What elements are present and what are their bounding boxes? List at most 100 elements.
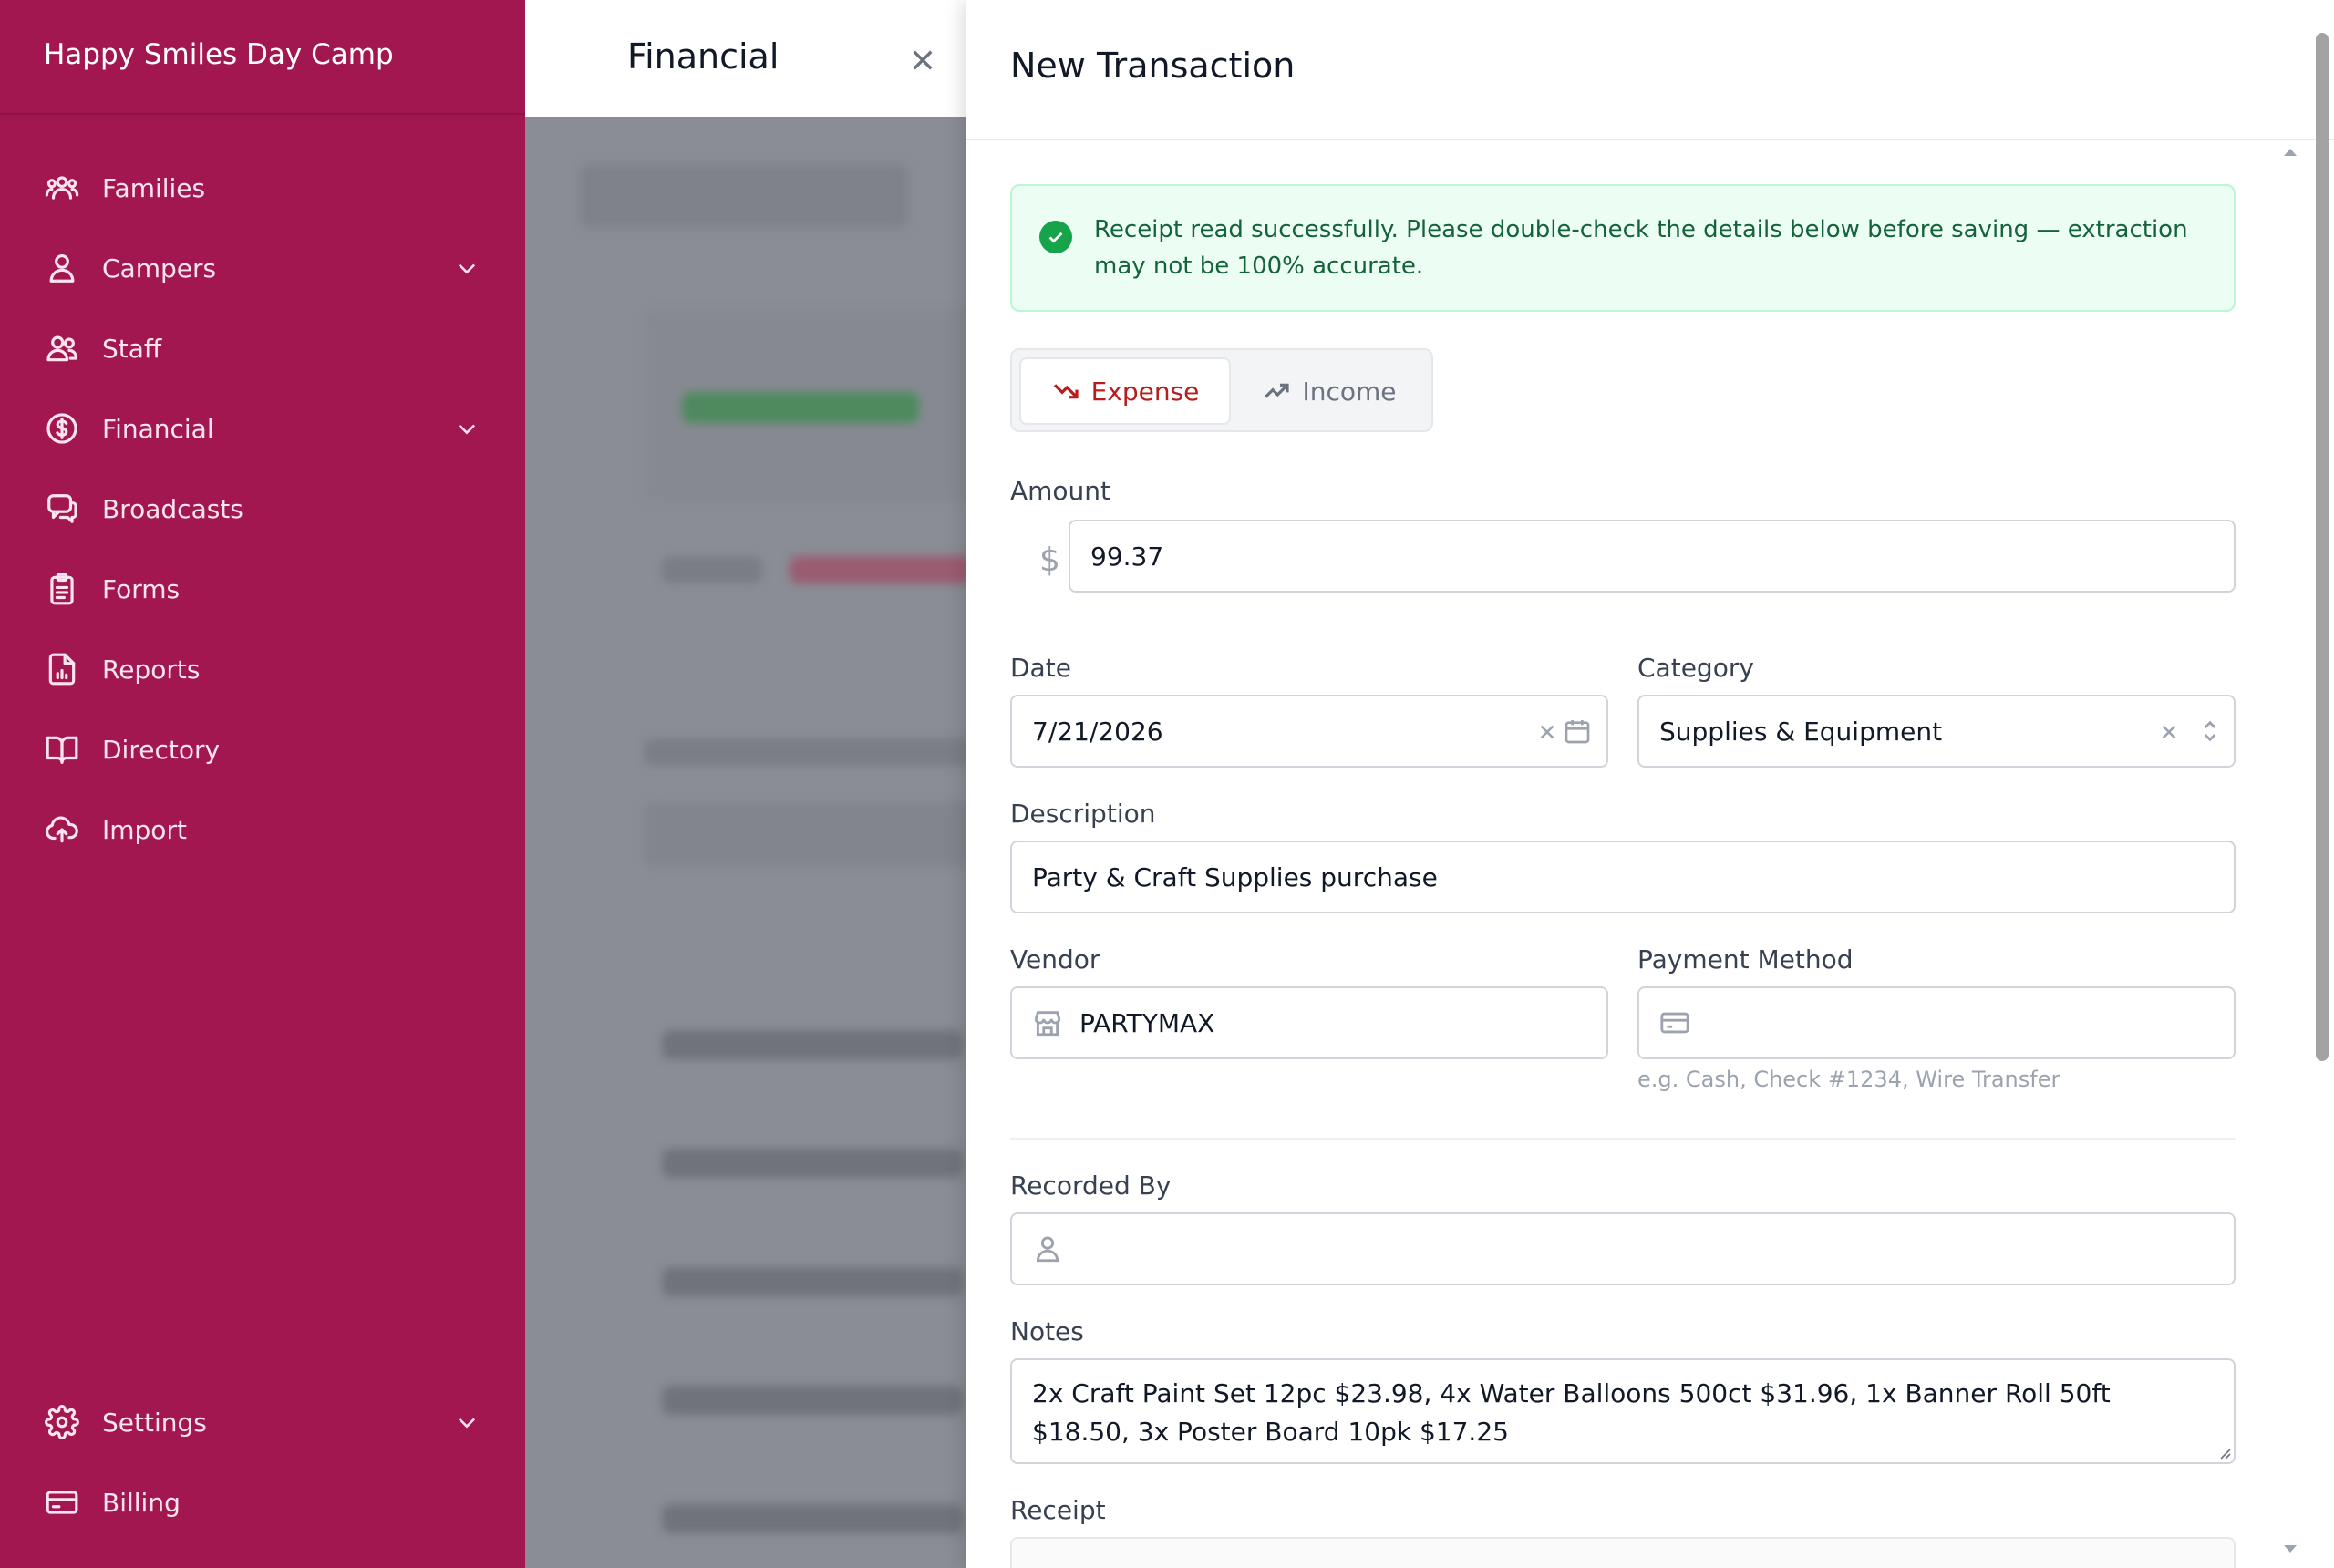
background-header: Financial xyxy=(525,0,966,117)
sidebar-item-label: Settings xyxy=(102,1407,207,1438)
receipt-upload[interactable] xyxy=(1010,1537,2236,1568)
panel-title: New Transaction xyxy=(1010,46,1296,86)
sidebar-item-forms[interactable]: Forms xyxy=(0,549,525,629)
table-row xyxy=(662,1504,963,1533)
category-value: Supplies & Equipment xyxy=(1659,716,1943,747)
sidebar-item-staff[interactable]: Staff xyxy=(0,308,525,388)
vendor-value: PARTYMAX xyxy=(1079,1007,1215,1038)
sidebar-item-label: Broadcasts xyxy=(102,493,243,524)
scrollbar[interactable] xyxy=(2316,33,2329,1061)
chevron-down-icon[interactable] xyxy=(454,255,480,281)
clear-date-icon[interactable] xyxy=(1535,720,1559,744)
payment-method-help: e.g. Cash, Check #1234, Wire Transfer xyxy=(1637,1067,2060,1092)
cloud-upload-icon xyxy=(44,811,80,848)
new-transaction-panel: New Transaction Receipt read successfull… xyxy=(966,0,2334,1568)
description-input[interactable]: Party & Craft Supplies purchase xyxy=(1010,841,2236,913)
sidebar-item-financial[interactable]: Financial xyxy=(0,388,525,469)
season-select xyxy=(580,164,908,228)
expense-button[interactable]: Expense xyxy=(1019,357,1231,425)
notes-value: 2x Craft Paint Set 12pc $23.98, 4x Water… xyxy=(1032,1378,2111,1447)
filters-row xyxy=(644,738,966,766)
sidebar-item-reports[interactable]: Reports xyxy=(0,629,525,709)
income-button[interactable]: Income xyxy=(1231,357,1428,425)
background-page: Financial xyxy=(525,0,966,1568)
income-label: Income xyxy=(1302,376,1397,407)
description-value: Party & Craft Supplies purchase xyxy=(1032,861,1438,892)
sidebar-item-broadcasts[interactable]: Broadcasts xyxy=(0,469,525,549)
payment-method-input[interactable] xyxy=(1637,986,2236,1059)
store-icon xyxy=(1032,1007,1063,1038)
expense-label: Expense xyxy=(1090,376,1200,407)
table-row xyxy=(662,1386,963,1415)
chevron-up-down-icon[interactable] xyxy=(2195,717,2225,746)
dollar-circle-icon xyxy=(44,410,80,447)
amount-label: Amount xyxy=(1010,476,1111,506)
gear-icon xyxy=(44,1404,80,1440)
person-icon xyxy=(44,250,80,286)
trending-up-icon xyxy=(1265,383,1290,398)
summary-value xyxy=(682,392,919,423)
person-icon xyxy=(1032,1233,1063,1264)
sidebar-nav: Families Campers Staff Financial Broadca… xyxy=(0,148,525,870)
chevron-down-icon[interactable] xyxy=(454,1409,480,1435)
vendor-label: Vendor xyxy=(1010,944,1100,975)
book-icon xyxy=(44,731,80,768)
panel-header: New Transaction xyxy=(966,0,2334,140)
date-input[interactable]: 7/21/2026 xyxy=(1010,695,1608,768)
divider xyxy=(1010,1138,2236,1140)
receipt-label: Receipt xyxy=(1010,1495,1106,1525)
sidebar-item-billing[interactable]: Billing xyxy=(0,1462,525,1542)
sidebar-item-label: Billing xyxy=(102,1487,181,1518)
date-value: 7/21/2026 xyxy=(1032,716,1163,747)
card-icon xyxy=(1659,1007,1690,1038)
chevron-down-icon[interactable] xyxy=(454,416,480,441)
recorded-by-input[interactable] xyxy=(1010,1212,2236,1285)
resize-handle-icon[interactable] xyxy=(2217,1446,2232,1460)
success-alert: Receipt read successfully. Please double… xyxy=(1010,184,2236,312)
currency-symbol: $ xyxy=(1039,542,1060,579)
sidebar-item-families[interactable]: Families xyxy=(0,148,525,228)
page-title: Financial xyxy=(627,36,780,77)
sidebar-item-label: Families xyxy=(102,172,206,203)
category-select[interactable]: Supplies & Equipment xyxy=(1637,695,2236,768)
sidebar-item-directory[interactable]: Directory xyxy=(0,709,525,789)
sidebar-item-label: Import xyxy=(102,814,187,845)
recorded-by-label: Recorded By xyxy=(1010,1171,1172,1201)
families-icon xyxy=(44,170,80,206)
notes-textarea[interactable]: 2x Craft Paint Set 12pc $23.98, 4x Water… xyxy=(1010,1358,2236,1464)
check-circle-icon xyxy=(1039,221,1072,253)
calendar-icon[interactable] xyxy=(1563,717,1592,746)
scroll-up-icon[interactable] xyxy=(2281,146,2299,159)
card-icon xyxy=(44,1484,80,1521)
payment-method-label: Payment Method xyxy=(1637,944,1854,975)
vendor-input[interactable]: PARTYMAX xyxy=(1010,986,1608,1059)
table-row xyxy=(662,1267,963,1296)
sidebar: Happy Smiles Day Camp Families Campers S… xyxy=(0,0,525,1568)
sidebar-item-label: Staff xyxy=(102,333,162,364)
sidebar-item-label: Reports xyxy=(102,654,201,685)
sidebar-item-label: Forms xyxy=(102,573,181,604)
close-icon[interactable] xyxy=(908,46,937,75)
staff-icon xyxy=(44,330,80,366)
app-name: Happy Smiles Day Camp xyxy=(0,0,525,115)
clear-category-icon[interactable] xyxy=(2157,720,2181,744)
chat-icon xyxy=(44,490,80,527)
tab-transactions xyxy=(790,556,966,583)
table-row xyxy=(662,1030,963,1059)
alert-message: Receipt read successfully. Please double… xyxy=(1094,216,2188,280)
clipboard-icon xyxy=(44,571,80,607)
category-label: Category xyxy=(1637,653,1754,683)
notes-label: Notes xyxy=(1010,1316,1084,1346)
amount-input[interactable]: 99.37 xyxy=(1069,520,2236,593)
sidebar-item-label: Campers xyxy=(102,253,217,284)
amount-value: 99.37 xyxy=(1090,541,1164,572)
sidebar-bottom-nav: Settings Billing xyxy=(0,1382,525,1542)
sidebar-item-settings[interactable]: Settings xyxy=(0,1382,525,1462)
sidebar-item-import[interactable]: Import xyxy=(0,789,525,870)
scroll-down-icon[interactable] xyxy=(2281,1542,2299,1555)
search-input xyxy=(644,802,966,866)
sidebar-item-campers[interactable]: Campers xyxy=(0,228,525,308)
table-row xyxy=(662,1149,963,1178)
description-label: Description xyxy=(1010,799,1156,829)
sidebar-item-label: Financial xyxy=(102,413,214,444)
